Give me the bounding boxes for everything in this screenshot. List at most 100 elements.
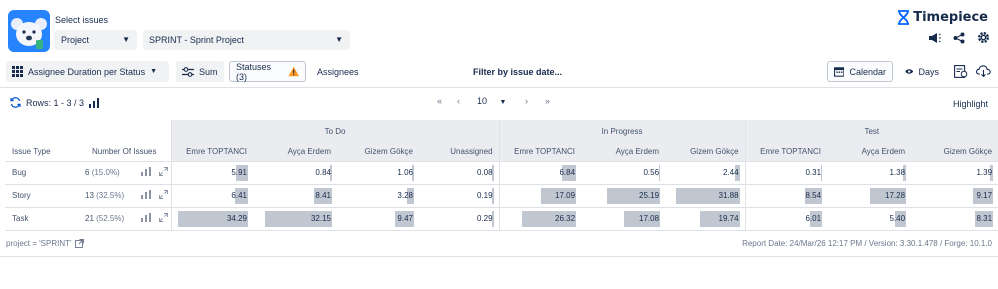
duration-cell[interactable]: 9.17 — [911, 184, 998, 208]
cloud-download-icon[interactable] — [976, 65, 991, 77]
duration-cell[interactable]: 5.40 — [827, 207, 912, 231]
column-header[interactable]: Ayça Erdem — [253, 142, 337, 162]
megaphone-icon[interactable] — [928, 32, 941, 44]
gear-icon[interactable] — [977, 31, 990, 44]
issue-type-cell: Bug — [5, 161, 85, 185]
issue-count-cell: 13 (32.5%) — [85, 184, 171, 208]
duration-value: 6.84 — [559, 168, 576, 177]
toolbar-divider — [0, 87, 998, 88]
first-page-icon[interactable]: « — [437, 96, 457, 106]
duration-cell[interactable]: 2.44 — [665, 161, 746, 185]
calendar-button[interactable]: Calendar — [827, 61, 893, 82]
duration-cell[interactable]: 17.09 — [498, 184, 582, 208]
duration-cell[interactable]: 17.28 — [827, 184, 912, 208]
report-type-label: Assignee Duration per Status — [28, 66, 146, 77]
previous-page-icon[interactable]: ‹ — [457, 96, 477, 106]
duration-value: 8.41 — [315, 191, 331, 200]
column-header[interactable]: Emre TOPTANCI — [498, 142, 582, 162]
issue-count-cell: 21 (52.5%) — [85, 207, 171, 231]
duration-value: 6.01 — [805, 214, 822, 223]
table-row[interactable]: Story 13 (32.5%) 6.41 8.41 3.28 0.19 17.09 25.1… — [5, 184, 998, 208]
duration-cell[interactable]: 3.28 — [337, 184, 419, 208]
days-toggle[interactable]: Days — [899, 61, 945, 82]
duration-cell[interactable]: 19.74 — [665, 207, 746, 231]
bottom-divider — [0, 256, 998, 257]
table-row[interactable]: Task 21 (52.5%) 34.29 32.15 9.47 0.29 26.32 17.… — [5, 207, 998, 231]
duration-cell[interactable]: 9.47 — [337, 207, 419, 231]
filter-by-issue-date-button[interactable]: Filter by issue date... — [473, 67, 562, 77]
page-size-select[interactable]: 10 ▼ — [477, 96, 517, 106]
next-page-icon[interactable]: › — [525, 96, 545, 106]
bar-chart-icon[interactable] — [141, 212, 151, 224]
column-header[interactable]: Emre TOPTANCI — [744, 142, 828, 162]
table-row[interactable]: Bug 6 (15.0%) 5.91 0.84 1.06 0.08 6.84 0.56 2.44… — [5, 161, 998, 185]
issue-type-cell: Task — [5, 207, 85, 231]
sprint-dropdown[interactable]: SPRINT - Sprint Project ▼ — [143, 30, 350, 50]
duration-value: 0.31 — [805, 168, 822, 177]
duration-cell[interactable]: 0.19 — [419, 184, 500, 208]
duration-cell[interactable]: 0.84 — [253, 161, 337, 185]
duration-value: 8.54 — [805, 191, 822, 200]
external-link-icon[interactable] — [74, 239, 84, 248]
duration-cell[interactable]: 8.41 — [253, 184, 337, 208]
duration-cell[interactable]: 1.39 — [911, 161, 998, 185]
eye-icon — [905, 69, 914, 74]
column-header[interactable]: Issue Type — [5, 142, 85, 162]
duration-cell[interactable]: 6.84 — [498, 161, 582, 185]
column-header[interactable]: Emre TOPTANCI — [170, 142, 253, 162]
page-size-value: 10 — [477, 96, 488, 106]
duration-cell[interactable]: 26.32 — [498, 207, 582, 231]
duration-cell[interactable]: 0.29 — [419, 207, 500, 231]
brand-name: Timepiece — [913, 10, 988, 25]
column-header[interactable]: Gizem Gökçe — [911, 142, 998, 162]
column-header[interactable]: Gizem Gökçe — [337, 142, 419, 162]
sum-button[interactable]: Sum — [176, 61, 224, 82]
duration-cell[interactable]: 6.01 — [744, 207, 828, 231]
duration-cell[interactable]: 17.08 — [581, 207, 666, 231]
bar-chart-icon[interactable] — [141, 166, 151, 178]
duration-value: 1.06 — [397, 168, 413, 177]
calendar-label: Calendar — [849, 66, 886, 77]
duration-cell[interactable]: 5.91 — [170, 161, 253, 185]
expand-icon[interactable] — [159, 212, 168, 224]
report-type-dropdown[interactable]: Assignee Duration per Status ▼ — [6, 61, 169, 82]
refresh-icon[interactable] — [10, 97, 21, 108]
project-dropdown[interactable]: Project ▼ — [55, 30, 137, 50]
statuses-label: Statuses (3) — [236, 61, 272, 82]
duration-cell[interactable]: 32.15 — [253, 207, 337, 231]
duration-cell[interactable]: 0.31 — [744, 161, 828, 185]
duration-cell[interactable]: 1.38 — [827, 161, 912, 185]
last-page-icon[interactable]: » — [545, 96, 565, 106]
duration-value: 17.09 — [555, 191, 576, 200]
statuses-button[interactable]: Statuses (3) — [229, 61, 306, 82]
duration-cell[interactable]: 1.06 — [337, 161, 419, 185]
duration-value: 1.39 — [976, 168, 993, 177]
assignees-button[interactable]: Assignees — [311, 61, 363, 82]
column-header[interactable]: Number Of Issues — [85, 142, 171, 162]
duration-cell[interactable]: 31.88 — [665, 184, 746, 208]
bar-chart-icon[interactable] — [89, 97, 100, 108]
duration-cell[interactable]: 0.56 — [581, 161, 666, 185]
expand-icon[interactable] — [159, 166, 168, 178]
issue-percent: (52.5%) — [96, 214, 125, 223]
highlight-toggle[interactable]: Highlight — [953, 99, 988, 109]
toolbar: Assignee Duration per Status ▼ Sum Statu… — [0, 58, 998, 86]
warning-icon — [287, 66, 299, 77]
export-report-icon[interactable] — [954, 65, 968, 78]
column-header[interactable]: Ayça Erdem — [581, 142, 666, 162]
duration-cell[interactable]: 8.54 — [744, 184, 828, 208]
column-header[interactable]: Ayça Erdem — [827, 142, 912, 162]
bar-chart-icon[interactable] — [141, 189, 151, 201]
header-actions — [928, 31, 990, 44]
duration-cell[interactable]: 0.08 — [419, 161, 500, 185]
column-header[interactable]: Unassigned — [419, 142, 500, 162]
duration-cell[interactable]: 6.41 — [170, 184, 253, 208]
chevron-down-icon: ▼ — [499, 99, 507, 106]
duration-cell[interactable]: 25.19 — [581, 184, 666, 208]
column-header[interactable]: Gizem Gökçe — [665, 142, 746, 162]
duration-cell[interactable]: 34.29 — [170, 207, 253, 231]
expand-icon[interactable] — [159, 189, 168, 201]
hourglass-icon — [898, 10, 910, 25]
share-icon[interactable] — [953, 32, 965, 44]
duration-cell[interactable]: 8.31 — [911, 207, 998, 231]
